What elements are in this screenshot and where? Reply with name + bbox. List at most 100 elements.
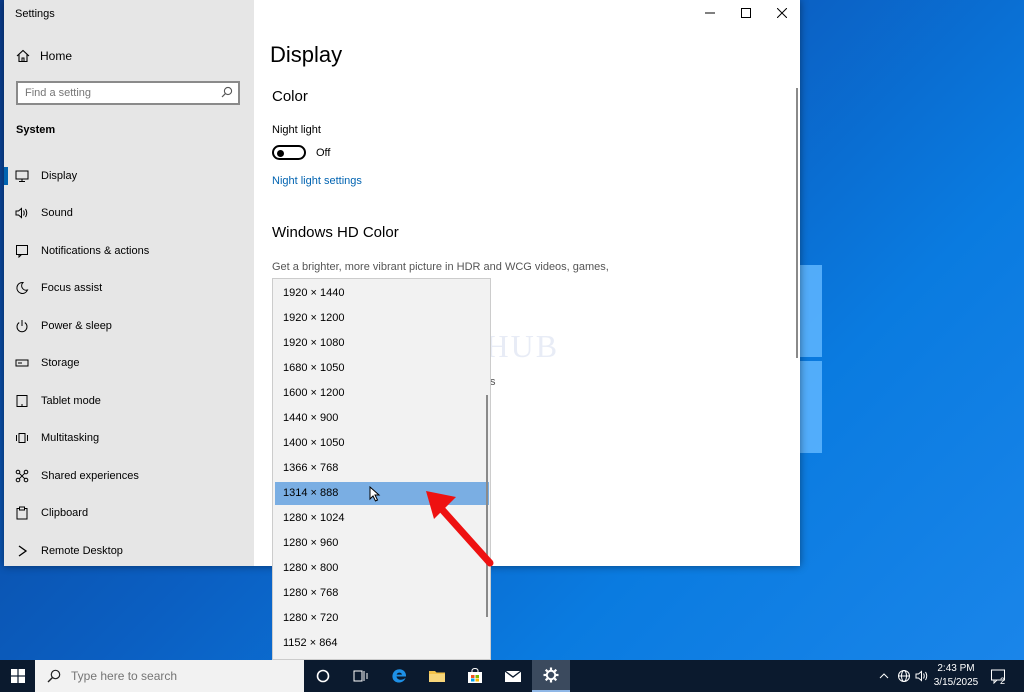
- start-button[interactable]: [0, 660, 35, 692]
- multitasking-icon: [15, 431, 29, 445]
- notification-icon: [15, 244, 29, 258]
- night-light-toggle[interactable]: [272, 145, 306, 160]
- taskbar-search-input[interactable]: [69, 668, 293, 684]
- maximize-icon: [741, 8, 751, 18]
- sidebar: Settings Home System Display Sound Not: [4, 0, 254, 566]
- clipboard-icon: [15, 506, 29, 520]
- settings-taskbar-button[interactable]: [532, 660, 570, 692]
- night-light-settings-link[interactable]: Night light settings: [272, 175, 362, 187]
- resolution-option[interactable]: 1920 × 1440: [275, 282, 489, 305]
- resolution-option[interactable]: 1366 × 768: [275, 457, 489, 480]
- volume-icon: [915, 670, 928, 682]
- search-input[interactable]: [18, 83, 215, 103]
- remote-desktop-icon: [15, 544, 29, 558]
- minimize-button[interactable]: [693, 4, 727, 22]
- sidebar-item-label: Shared experiences: [41, 469, 139, 482]
- search-icon: [221, 86, 233, 98]
- find-setting-search[interactable]: [16, 81, 240, 105]
- resolution-option[interactable]: 1280 × 768: [275, 582, 489, 605]
- task-view-button[interactable]: [342, 660, 380, 692]
- sidebar-item-notifications[interactable]: Notifications & actions: [4, 232, 254, 270]
- storage-icon: [15, 356, 29, 370]
- file-explorer-button[interactable]: [418, 660, 456, 692]
- sidebar-item-remote-desktop[interactable]: Remote Desktop: [4, 532, 254, 570]
- home-nav[interactable]: Home: [16, 49, 72, 63]
- color-heading: Color: [272, 88, 308, 105]
- night-light-label: Night light: [272, 124, 321, 136]
- sidebar-item-storage[interactable]: Storage: [4, 345, 254, 383]
- notification-count-badge: 2: [1000, 676, 1006, 686]
- resolution-option[interactable]: 1400 × 1050: [275, 432, 489, 455]
- content-scrollbar[interactable]: [796, 88, 798, 358]
- red-arrow-annotation: [426, 491, 494, 567]
- close-button[interactable]: [765, 4, 799, 22]
- close-icon: [777, 8, 787, 18]
- sidebar-item-label: Remote Desktop: [41, 544, 123, 557]
- sidebar-item-label: Power & sleep: [41, 319, 112, 332]
- sidebar-item-shared-experiences[interactable]: Shared experiences: [4, 457, 254, 495]
- edge-button[interactable]: [380, 660, 418, 692]
- sidebar-item-label: Display: [41, 169, 78, 182]
- sidebar-item-sound[interactable]: Sound: [4, 195, 254, 233]
- mail-button[interactable]: [494, 660, 532, 692]
- desktop-windows-logo: [800, 265, 824, 455]
- cortana-button[interactable]: [304, 660, 342, 692]
- moon-icon: [15, 281, 29, 295]
- toggle-knob: [277, 149, 284, 157]
- tablet-icon: [15, 394, 29, 408]
- resolution-option[interactable]: 1920 × 1200: [275, 307, 489, 330]
- home-label: Home: [40, 49, 73, 63]
- sidebar-item-display[interactable]: Display: [4, 157, 254, 195]
- resolution-option[interactable]: 1440 × 900: [275, 407, 489, 430]
- show-hidden-icons-button[interactable]: [876, 660, 892, 692]
- windows-start-icon: [10, 669, 25, 683]
- store-button[interactable]: [456, 660, 494, 692]
- resolution-dropdown-list[interactable]: 1920 × 1440 1920 × 1200 1920 × 1080 1680…: [272, 278, 491, 660]
- sidebar-item-label: Notifications & actions: [41, 244, 150, 257]
- section-label: System: [16, 124, 56, 136]
- edge-icon: [392, 669, 407, 683]
- action-center-button[interactable]: 2: [986, 660, 1010, 692]
- gear-icon: [543, 667, 559, 683]
- shared-icon: [15, 469, 29, 483]
- sidebar-item-label: Sound: [41, 207, 73, 220]
- sidebar-item-power-sleep[interactable]: Power & sleep: [4, 307, 254, 345]
- chevron-up-icon: [879, 673, 889, 679]
- system-clock[interactable]: 2:43 PM 3/15/2025: [928, 662, 984, 690]
- cortana-icon: [316, 669, 330, 683]
- sidebar-item-label: Clipboard: [41, 507, 89, 520]
- resolution-option[interactable]: 1680 × 1050: [275, 357, 489, 380]
- speaker-icon: [15, 206, 29, 220]
- hd-color-heading: Windows HD Color: [272, 224, 399, 241]
- sidebar-item-label: Tablet mode: [41, 394, 101, 407]
- sidebar-item-tablet-mode[interactable]: Tablet mode: [4, 382, 254, 420]
- sidebar-item-label: Focus assist: [41, 282, 103, 295]
- page-title: Display: [270, 42, 343, 67]
- monitor-icon: [15, 169, 29, 183]
- search-icon: [47, 669, 61, 683]
- network-button[interactable]: [895, 660, 913, 692]
- resolution-option[interactable]: 1152 × 864: [275, 632, 489, 655]
- sidebar-item-multitasking[interactable]: Multitasking: [4, 420, 254, 458]
- store-icon: [468, 668, 482, 683]
- resolution-option[interactable]: 1600 × 1200: [275, 382, 489, 405]
- clock-time: 2:43 PM: [937, 663, 975, 674]
- sidebar-item-label: Storage: [41, 357, 80, 370]
- resolution-option[interactable]: 1280 × 720: [275, 607, 489, 630]
- sidebar-item-clipboard[interactable]: Clipboard: [4, 495, 254, 533]
- resolution-option[interactable]: 1920 × 1080: [275, 332, 489, 355]
- folder-icon: [429, 671, 445, 682]
- night-light-state: Off: [316, 147, 331, 159]
- minimize-icon: [705, 12, 715, 14]
- app-title: Settings: [15, 8, 55, 20]
- taskbar-search-box[interactable]: [35, 660, 304, 692]
- mouse-cursor-icon: [369, 486, 381, 502]
- sidebar-nav: Display Sound Notifications & actions Fo…: [4, 157, 254, 570]
- taskbar: 2:43 PM 3/15/2025 2: [0, 660, 1024, 692]
- home-icon: [16, 49, 30, 63]
- maximize-button[interactable]: [729, 4, 763, 22]
- hd-color-description: Get a brighter, more vibrant picture in …: [272, 261, 609, 273]
- sidebar-item-focus-assist[interactable]: Focus assist: [4, 270, 254, 308]
- network-globe-icon: [898, 670, 910, 682]
- mail-icon: [504, 670, 522, 682]
